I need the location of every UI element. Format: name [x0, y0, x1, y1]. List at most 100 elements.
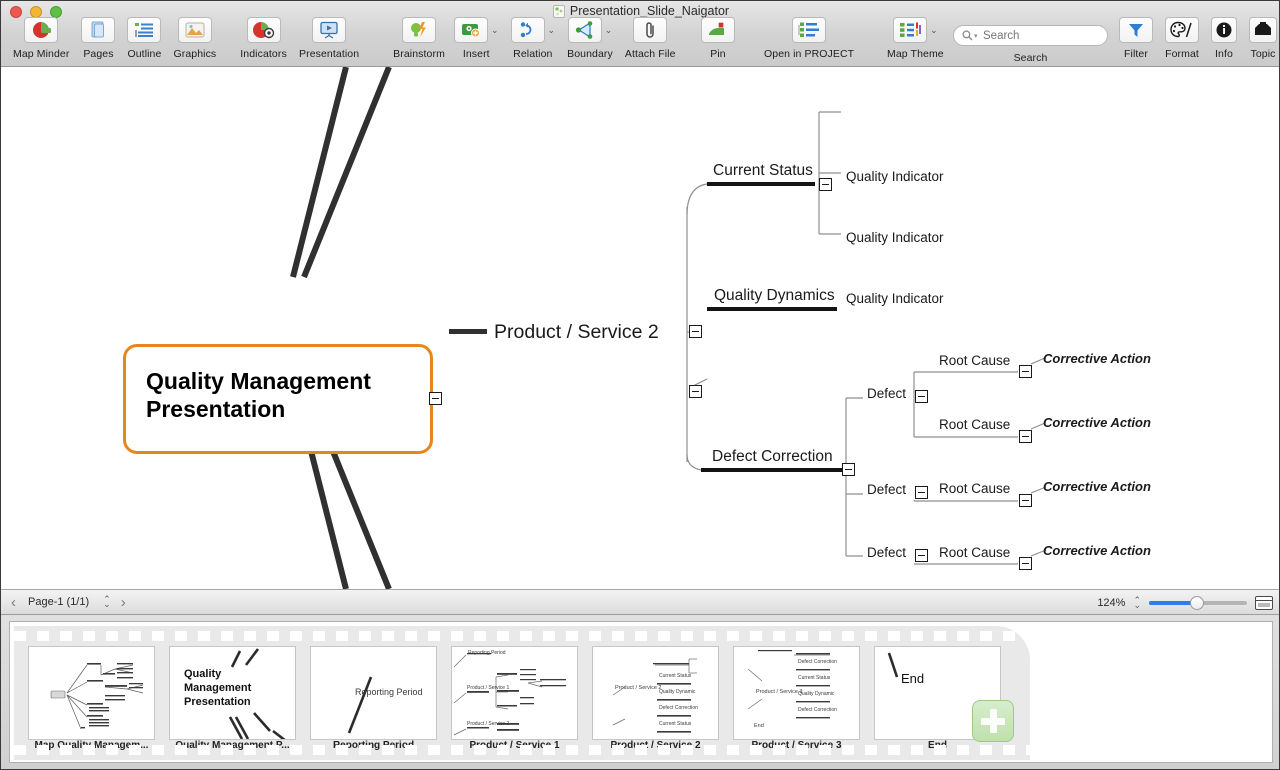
boundary-icon[interactable] — [568, 17, 602, 43]
page-stepper[interactable]: ⌃ ⌄ — [103, 597, 111, 607]
zoom-slider[interactable] — [1149, 601, 1247, 605]
toolbar-item-relation[interactable]: ⌄ Relation — [505, 17, 562, 60]
root-cause-collapse-toggle[interactable] — [1019, 557, 1032, 570]
zoom-slider-knob[interactable] — [1190, 596, 1204, 610]
root-cause-label[interactable]: Root Cause — [939, 545, 1010, 560]
toolbar-item-map-theme[interactable]: ⌄ Map Theme — [881, 17, 950, 60]
toolbar-item-map-minder[interactable]: Map Minder — [7, 17, 75, 60]
toolbar-item-filter[interactable]: Filter — [1113, 17, 1159, 60]
insert-topic-icon[interactable] — [454, 17, 488, 43]
corrective-action-label[interactable]: Corrective Action — [1043, 479, 1151, 494]
current-status-collapse-toggle[interactable] — [819, 178, 832, 191]
pin-icon[interactable] — [701, 17, 735, 43]
slide-thumbnail[interactable]: Reporting Period Product / Service 1 Pro… — [451, 646, 578, 740]
toolbar-item-pin[interactable]: Pin — [695, 17, 741, 60]
toolbar-item-info[interactable]: Info — [1205, 17, 1243, 60]
slide-thumbnail[interactable]: Quality Management Presentation — [169, 646, 296, 740]
presentation-icon[interactable] — [312, 17, 346, 43]
root-cause-label[interactable]: Root Cause — [939, 417, 1010, 432]
relation-icon[interactable] — [511, 17, 545, 43]
slide-navigator-scroll[interactable]: Map Quality Managem... Quality Managemen… — [9, 621, 1273, 763]
root-cause-collapse-toggle[interactable] — [1019, 430, 1032, 443]
root-cause-collapse-toggle[interactable] — [1019, 494, 1032, 507]
fit-page-icon[interactable] — [1255, 596, 1273, 610]
quality-indicator-label[interactable]: Quality Indicator — [846, 169, 944, 184]
zoom-level-label: 124% — [1097, 597, 1125, 609]
toolbar-item-open-in-project[interactable]: Open in PROJECT — [758, 17, 860, 60]
search-icon[interactable]: ▾ — [962, 30, 978, 41]
toolbar-item-attach-file[interactable]: Attach File — [619, 17, 682, 60]
center-topic-label[interactable]: Product / Service 2 — [494, 321, 659, 344]
branch-label-current-status[interactable]: Current Status — [713, 162, 813, 180]
add-slide-button[interactable] — [972, 700, 1014, 742]
filter-icon[interactable] — [1119, 17, 1153, 43]
paperclip-icon[interactable] — [633, 17, 667, 43]
slide-thumbnail[interactable]: Reporting Period — [310, 646, 437, 740]
format-palette-icon[interactable] — [1165, 17, 1199, 43]
toolbar-item-format[interactable]: Format — [1159, 17, 1205, 60]
defect-collapse-toggle[interactable] — [915, 486, 928, 499]
root-collapse-toggle[interactable] — [429, 392, 442, 405]
slide-thumbnail[interactable] — [28, 646, 155, 740]
toolbar-label: Attach File — [625, 48, 676, 60]
slide-thumbnail[interactable]: Product / Service 2 Current Status Quali… — [592, 646, 719, 740]
stepper-down-icon[interactable]: ⌄ — [103, 602, 111, 607]
center-topic-collapse-toggle[interactable] — [689, 325, 702, 338]
info-icon[interactable] — [1211, 17, 1237, 43]
toolbar-item-indicators[interactable]: Indicators — [234, 17, 293, 60]
quality-dynamics-collapse-toggle[interactable] — [689, 385, 702, 398]
branch-label-quality-dynamics[interactable]: Quality Dynamics — [714, 287, 835, 305]
corrective-action-label[interactable]: Corrective Action — [1043, 351, 1151, 366]
pages-icon[interactable] — [81, 17, 115, 43]
slide-thumbnail[interactable]: Product / Service 3 Defect Correction Cu… — [733, 646, 860, 740]
slide-node-text: Product / Service 1 — [467, 685, 509, 691]
mindmap-canvas[interactable]: Quality Management Presentation Product … — [1, 67, 1280, 589]
defect-label[interactable]: Defect — [867, 545, 906, 560]
stepper-down-icon[interactable]: ⌄ — [1133, 603, 1141, 608]
defect-collapse-toggle[interactable] — [915, 390, 928, 403]
indicators-icon[interactable] — [247, 17, 281, 43]
root-cause-collapse-toggle[interactable] — [1019, 365, 1032, 378]
zoom-controls: 124% ⌃ ⌄ — [1097, 590, 1273, 616]
map-minder-icon[interactable] — [24, 17, 58, 43]
zoom-stepper[interactable]: ⌃ ⌄ — [1133, 598, 1141, 608]
corrective-action-label[interactable]: Corrective Action — [1043, 415, 1151, 430]
slide-caption: Product / Service 2 — [592, 740, 719, 751]
chevron-down-icon[interactable]: ▾ — [974, 32, 978, 40]
chevron-down-icon[interactable]: ⌄ — [548, 25, 556, 36]
quality-indicator-label[interactable]: Quality Indicator — [846, 230, 944, 245]
toolbar-item-brainstorm[interactable]: Brainstorm — [387, 17, 451, 60]
toolbar-item-topic[interactable]: Topic — [1243, 17, 1280, 60]
map-theme-icon[interactable] — [893, 17, 927, 43]
document-icon — [553, 5, 565, 18]
chevron-down-icon[interactable]: ⌄ — [605, 25, 613, 36]
slide-body-text: Reporting Period — [355, 687, 423, 697]
topic-icon[interactable] — [1249, 17, 1277, 43]
root-cause-label[interactable]: Root Cause — [939, 481, 1010, 496]
chevron-down-icon[interactable]: ⌄ — [930, 25, 938, 36]
defect-label[interactable]: Defect — [867, 482, 906, 497]
search-field[interactable]: ▾ — [953, 25, 1108, 46]
corrective-action-label[interactable]: Corrective Action — [1043, 543, 1151, 558]
toolbar-item-graphics[interactable]: Graphics — [167, 17, 222, 60]
branch-label-defect-correction[interactable]: Defect Correction — [712, 448, 833, 466]
defect-collapse-toggle[interactable] — [915, 549, 928, 562]
outline-icon[interactable] — [127, 17, 161, 43]
toolbar-label: Pin — [710, 48, 725, 60]
graphics-icon[interactable] — [178, 17, 212, 43]
toolbar-item-presentation[interactable]: Presentation — [293, 17, 365, 60]
toolbar-item-insert[interactable]: ⌄ Insert — [448, 17, 505, 60]
toolbar-item-boundary[interactable]: ⌄ Boundary — [561, 17, 619, 60]
defect-correction-collapse-toggle[interactable] — [842, 463, 855, 476]
slide-node-text: Current Status — [798, 675, 830, 681]
root-cause-label[interactable]: Root Cause — [939, 353, 1010, 368]
chevron-down-icon[interactable]: ⌄ — [491, 25, 499, 36]
chevron-right-icon[interactable]: › — [117, 594, 130, 611]
defect-label[interactable]: Defect — [867, 386, 906, 401]
quality-indicator-label[interactable]: Quality Indicator — [846, 291, 944, 306]
project-icon[interactable] — [792, 17, 826, 43]
toolbar-item-outline[interactable]: Outline — [121, 17, 167, 60]
chevron-left-icon[interactable]: ‹ — [7, 594, 20, 611]
brainstorm-icon[interactable] — [402, 17, 436, 43]
toolbar-item-pages[interactable]: Pages — [75, 17, 121, 60]
